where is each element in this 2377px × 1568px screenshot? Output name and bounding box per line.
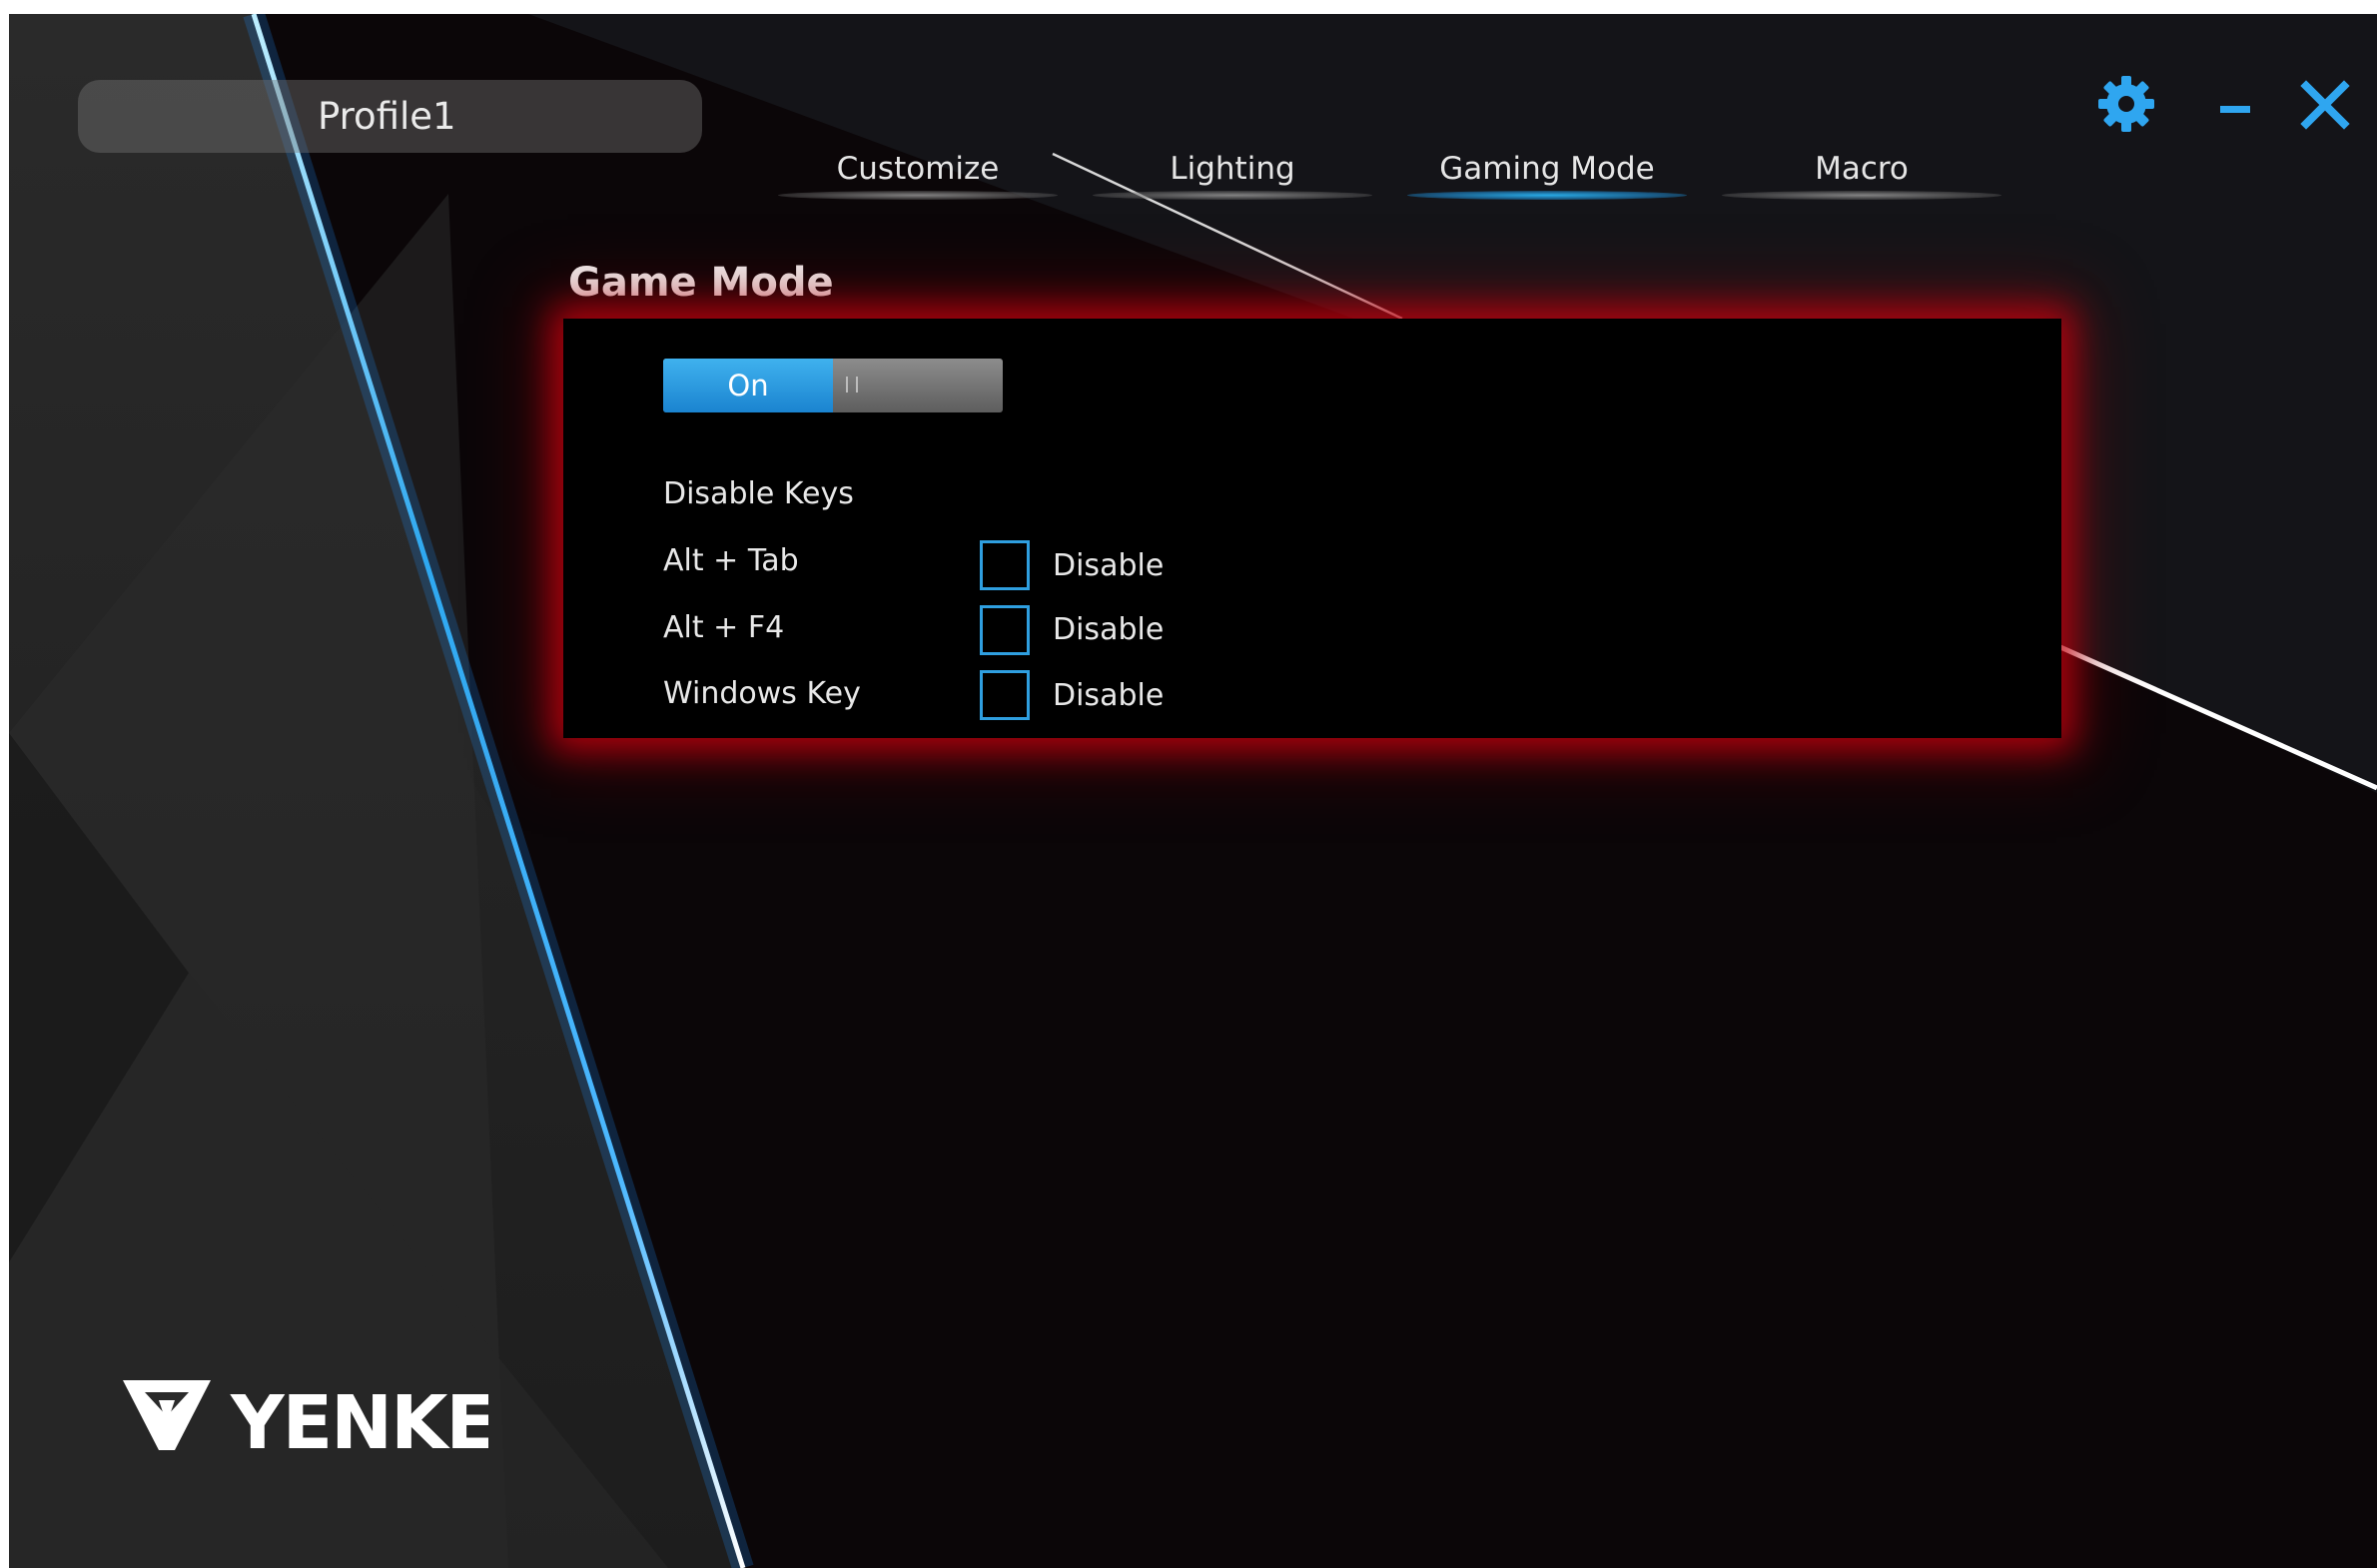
gear-icon [2098,76,2154,132]
key-label-windows-key: Windows Key [663,676,861,711]
minimize-icon [2220,106,2250,113]
logo-wordmark: YENKEE [230,1380,488,1466]
tab-label: Gaming Mode [1439,151,1655,187]
app-window: Profile1 Customize Lighting Gaming Mode … [9,14,2377,1568]
profile-selector[interactable]: Profile1 [78,80,702,153]
page-title: Game Mode [568,260,834,306]
close-button[interactable] [2296,74,2377,154]
tab-gaming-mode[interactable]: Gaming Mode [1397,144,1697,204]
tab-underline [778,191,1058,200]
key-label-alt-tab: Alt + Tab [663,543,799,578]
tab-label: Macro [1815,151,1909,187]
tab-bar: Customize Lighting Gaming Mode Macro [768,144,2046,214]
checkbox-windows-key[interactable] [980,670,1030,720]
disable-keys-heading: Disable Keys [663,476,854,511]
yenkee-logo: YENKEE [123,1380,488,1466]
game-mode-panel: On Disable Keys Alt + Tab Disable Alt + … [563,319,2061,738]
disable-label-windows-key: Disable [1053,678,1165,713]
minimize-button[interactable] [2206,74,2296,154]
tab-underline [1722,191,2001,200]
tab-label: Lighting [1170,151,1295,187]
close-icon [2300,80,2350,130]
tab-underline-active [1407,191,1687,200]
game-mode-toggle[interactable]: On [663,359,1003,412]
tab-macro[interactable]: Macro [1712,144,2011,204]
checkbox-alt-tab[interactable] [980,540,1030,590]
tab-lighting[interactable]: Lighting [1083,144,1382,204]
disable-label-alt-f4: Disable [1053,612,1165,647]
toggle-grip-icon [846,377,858,392]
profile-name: Profile1 [318,95,456,138]
tab-underline [1093,191,1372,200]
tab-label: Customize [836,151,1000,187]
checkbox-alt-f4[interactable] [980,605,1030,655]
tab-customize[interactable]: Customize [768,144,1068,204]
disable-label-alt-tab: Disable [1053,548,1165,583]
key-label-alt-f4: Alt + F4 [663,610,785,645]
background-art [9,14,2377,1568]
settings-button[interactable] [2096,74,2186,154]
toggle-on-label: On [663,359,833,412]
